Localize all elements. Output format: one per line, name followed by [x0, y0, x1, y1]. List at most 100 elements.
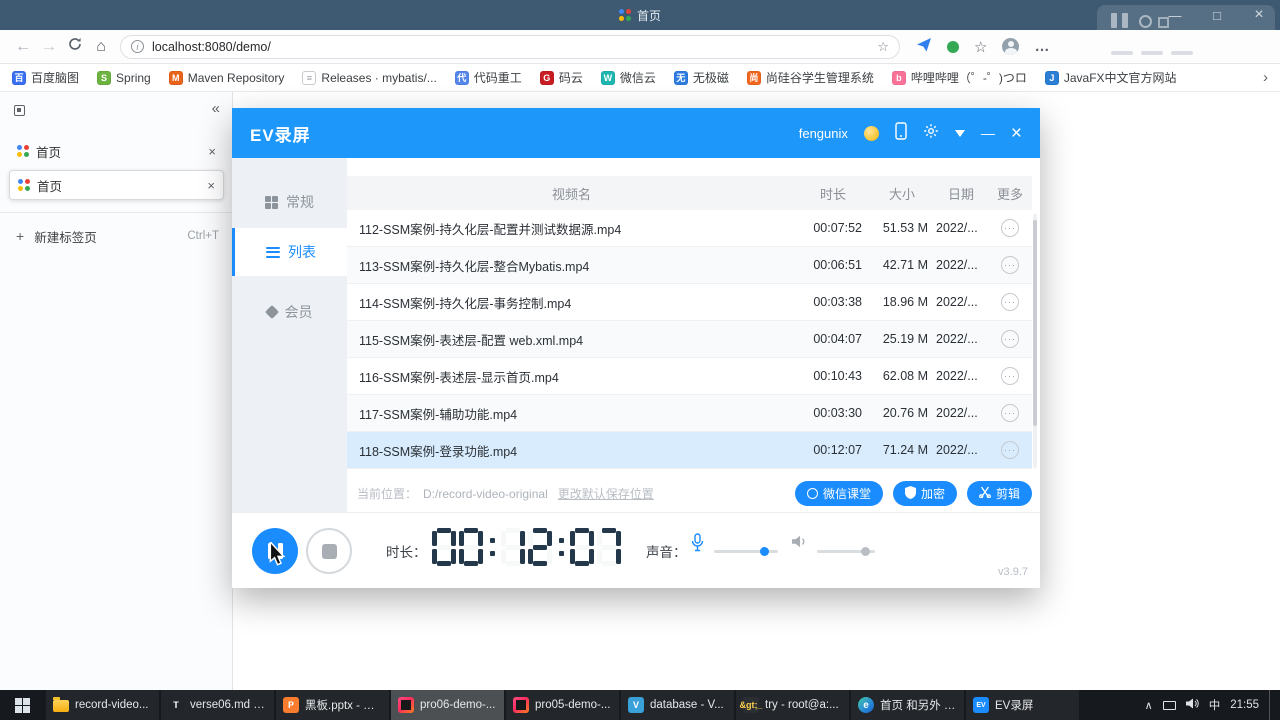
site-info-icon[interactable]: i	[131, 40, 144, 53]
tab-item-active[interactable]: 首页 ×	[9, 170, 224, 200]
refresh-icon[interactable]	[62, 37, 88, 56]
collapse-pane-icon[interactable]: «	[212, 100, 220, 117]
video-name: 113-SSM案例-持久化层-整合Mybatis.mp4	[359, 259, 590, 274]
taskbar-label: pro06-demo-...	[420, 699, 496, 711]
more-icon[interactable]: ···	[1001, 293, 1019, 311]
tray-clock[interactable]: 21:55	[1230, 699, 1259, 711]
forward-icon[interactable]: →	[36, 38, 62, 56]
tab-actions-icon[interactable]	[14, 105, 25, 116]
scrollbar-thumb[interactable]	[1033, 220, 1037, 426]
ev-recorder-window: EV录屏 fengunix — × 常规 列表 会员 视频名 时长 大小 日期 …	[232, 108, 1040, 588]
bookmark-item[interactable]: b 哔哩哔哩（゜-゜)つロ	[891, 69, 1027, 86]
ime-indicator[interactable]: 中	[1209, 697, 1221, 713]
video-size: 51.53 M	[882, 221, 928, 235]
col-video-name: 视频名	[551, 186, 591, 202]
encrypt-button[interactable]: 加密	[892, 481, 957, 506]
settings-gear-icon[interactable]	[923, 123, 939, 144]
bookmark-item[interactable]: 代代码重工	[454, 69, 522, 86]
table-row[interactable]: 114-SSM案例-持久化层-事务控制.mp4 00:03:38 18.96 M…	[347, 284, 1032, 321]
more-icon[interactable]: ···	[1001, 330, 1019, 348]
clip-button[interactable]: 剪辑	[966, 481, 1032, 506]
more-icon[interactable]: ···	[1001, 441, 1019, 459]
speaker-icon[interactable]	[792, 535, 807, 553]
browser-menu-icon[interactable]: …	[1034, 38, 1049, 55]
taskbar-item-ev[interactable]: EV EV录屏	[966, 690, 1079, 720]
bookmark-item[interactable]: 百百度脑图	[12, 69, 79, 86]
profile-avatar[interactable]	[1002, 38, 1020, 55]
table-row[interactable]: 115-SSM案例-表述层-配置 web.xml.mp4 00:04:07 25…	[347, 321, 1032, 358]
extension-icon[interactable]	[947, 40, 959, 53]
table-row[interactable]: 113-SSM案例-持久化层-整合Mybatis.mp4 00:06:51 42…	[347, 247, 1032, 284]
tab-close-icon[interactable]: ×	[208, 144, 216, 159]
microphone-icon[interactable]	[691, 533, 704, 557]
slider-knob[interactable]	[861, 547, 870, 556]
taskbar-item-edge[interactable]: e 首页 和另外 1...	[851, 690, 964, 720]
table-row[interactable]: 112-SSM案例-持久化层-配置并测试数据源.mp4 00:07:52 51.…	[347, 210, 1032, 247]
taskbar-item-idea-pro06[interactable]: pro06-demo-...	[391, 690, 504, 720]
terminal-icon: &gt;_	[740, 697, 763, 713]
share-icon[interactable]	[916, 36, 932, 57]
bookmark-item[interactable]: ≡ Releases · mybatis/...	[302, 70, 437, 85]
volume-tray-icon[interactable]	[1185, 698, 1199, 712]
stop-button[interactable]	[306, 528, 352, 574]
video-duration: 00:10:43	[813, 369, 862, 383]
more-icon[interactable]: ···	[1001, 256, 1019, 274]
bookmarks-bar: 百百度脑图 S Spring M Maven Repository ≡ Release…	[0, 64, 1280, 92]
wechat-class-button[interactable]: 微信课堂	[794, 481, 883, 506]
taskbar-item-terminal[interactable]: &gt;_ try - root@a:...	[736, 690, 849, 720]
home-icon[interactable]: ⌂	[88, 38, 114, 56]
show-desktop-button[interactable]	[1269, 690, 1274, 720]
sidebar-item-member[interactable]: 会员	[232, 288, 347, 336]
new-tab-button[interactable]: + 新建标签页 Ctrl+T	[0, 220, 233, 252]
dropdown-menu-icon[interactable]	[954, 129, 965, 137]
intellij-icon	[513, 697, 529, 713]
sidebar-item-label: 会员	[284, 304, 313, 320]
taskbar-item-ppt[interactable]: P 黑板.pptx - W...	[276, 690, 389, 720]
table-header: 视频名 时长 大小 日期 更多	[347, 176, 1032, 210]
maximize-button[interactable]: □	[1196, 0, 1238, 30]
taskbar-item-idea-pro05[interactable]: pro05-demo-...	[506, 690, 619, 720]
mic-volume-slider[interactable]	[714, 547, 778, 556]
bookmark-item[interactable]: 无无极磁	[673, 69, 729, 86]
favorites-icon[interactable]: ☆	[974, 38, 987, 56]
coin-icon[interactable]	[863, 125, 879, 141]
sidebar-item-list[interactable]: 列表	[232, 228, 347, 276]
ev-body: 常规 列表 会员 视频名 时长 大小 日期 更多 112-SSM案例-持久化层-…	[232, 158, 1040, 588]
ev-username[interactable]: fengunix	[799, 126, 848, 141]
bookmark-item[interactable]: M Maven Repository	[168, 70, 284, 85]
bookmark-item[interactable]: G 码云	[539, 69, 583, 86]
bookmark-item[interactable]: J JavaFX中文官方网站	[1044, 69, 1177, 86]
tab-item[interactable]: 首页 ×	[9, 136, 224, 166]
current-location-label: 当前位置：	[357, 487, 418, 501]
ev-close-icon[interactable]: ×	[1011, 124, 1022, 143]
minimize-button[interactable]: —	[1154, 0, 1196, 30]
taskbar-item-database[interactable]: V database - V...	[621, 690, 734, 720]
address-bar[interactable]: i localhost:8080/demo/ ☆	[120, 34, 900, 59]
back-icon[interactable]: ←	[10, 38, 36, 56]
taskbar-item-typora[interactable]: T verse06.md - ...	[161, 690, 274, 720]
close-button[interactable]: ×	[1238, 0, 1280, 30]
bookmark-item[interactable]: W 微信云	[600, 69, 656, 86]
bookmarks-overflow-icon[interactable]: ›	[1263, 69, 1268, 86]
favorite-star-icon[interactable]: ☆	[877, 39, 889, 55]
bookmark-item[interactable]: S Spring	[97, 70, 151, 85]
tray-expand-icon[interactable]: ∧	[1145, 699, 1153, 712]
taskbar-item-explorer[interactable]: record-video...	[46, 690, 159, 720]
more-icon[interactable]: ···	[1001, 404, 1019, 422]
more-icon[interactable]: ···	[1001, 219, 1019, 237]
phone-icon[interactable]	[895, 121, 907, 145]
table-row[interactable]: 116-SSM案例-表述层-显示首页.mp4 00:10:43 62.08 M …	[347, 358, 1032, 395]
video-date: 2022/...	[936, 295, 978, 309]
start-button[interactable]	[0, 690, 44, 720]
speaker-volume-slider[interactable]	[817, 547, 875, 556]
slider-knob[interactable]	[760, 547, 769, 556]
bookmark-item[interactable]: 尚尚硅谷学生管理系统	[746, 69, 874, 86]
change-save-location-link[interactable]: 更改默认保存位置	[558, 485, 654, 502]
display-tray-icon[interactable]	[1162, 700, 1176, 710]
more-icon[interactable]: ···	[1001, 367, 1019, 385]
ev-minimize-icon[interactable]: —	[981, 125, 995, 141]
table-row[interactable]: 117-SSM案例-辅助功能.mp4 00:03:30 20.76 M 2022…	[347, 395, 1032, 432]
tab-close-icon[interactable]: ×	[207, 178, 215, 193]
sidebar-item-general[interactable]: 常规	[232, 178, 347, 226]
table-row-selected[interactable]: 118-SSM案例-登录功能.mp4 00:12:07 71.24 M 2022…	[347, 432, 1032, 469]
